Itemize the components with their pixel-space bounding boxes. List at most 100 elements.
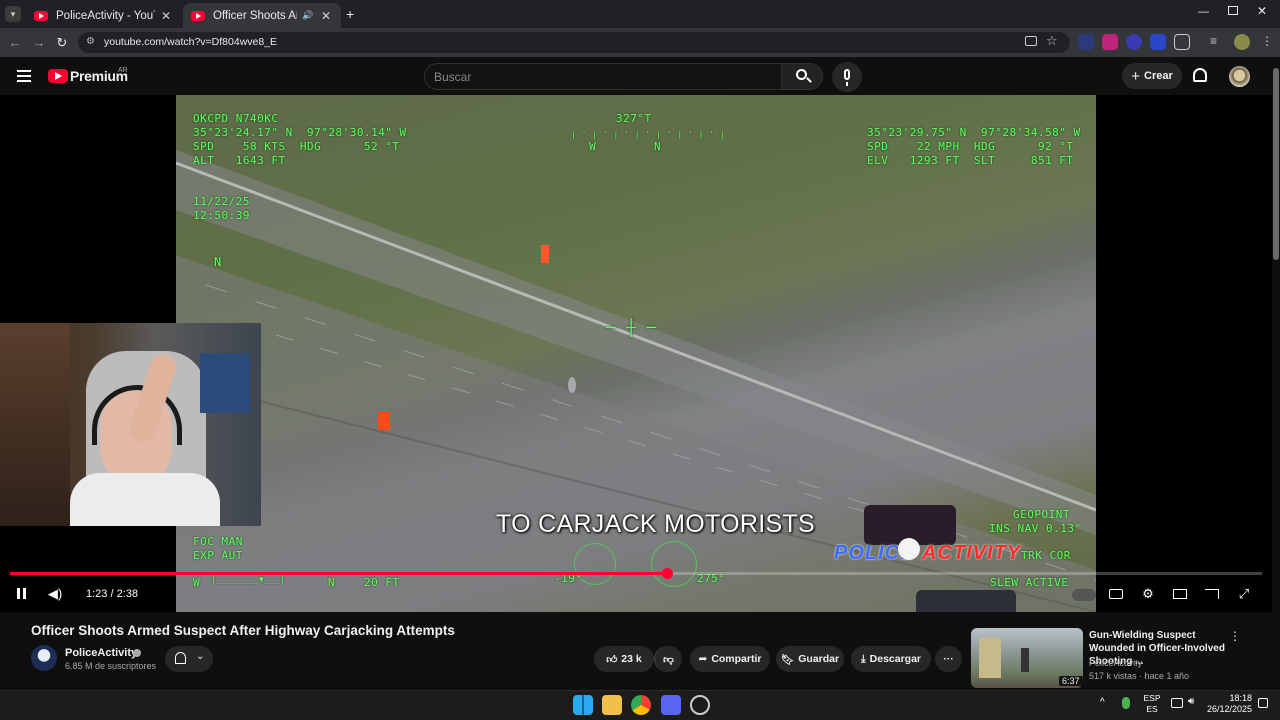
download-icon: ⤓: [860, 652, 866, 665]
extension-4-icon[interactable]: [1150, 34, 1166, 50]
system-clock[interactable]: 18:18 26/12/2025: [1205, 693, 1252, 715]
new-tab-button[interactable]: +: [346, 6, 360, 22]
search-button[interactable]: [781, 63, 823, 90]
app-icon[interactable]: [690, 695, 710, 715]
cast-button[interactable]: [1202, 585, 1222, 603]
youtube-icon: [191, 10, 205, 21]
share-button[interactable]: ➦ Compartir: [690, 646, 770, 672]
browser-menu-icon[interactable]: ⋮: [1259, 34, 1275, 50]
profile-avatar-icon[interactable]: [1234, 34, 1250, 50]
file-explorer-icon[interactable]: [602, 695, 622, 715]
tray-chevron-icon[interactable]: ^: [1100, 697, 1105, 708]
minimize-button[interactable]: —: [1198, 6, 1210, 18]
watermark-activity: ACTIVITY: [922, 542, 1022, 564]
search-placeholder: Buscar: [434, 70, 472, 84]
more-actions-button[interactable]: ···: [935, 646, 962, 672]
miniplayer-button[interactable]: [1170, 585, 1190, 603]
hud-exp-mode: EXP AUT: [193, 549, 243, 562]
tab-search-button[interactable]: ▾: [5, 6, 21, 22]
hud-bottom-scale: |________▼___|: [211, 575, 286, 584]
hud-own-speed: SPD 58 KTS HDG 52 °T: [193, 140, 400, 153]
pause-button[interactable]: [12, 585, 32, 603]
fullscreen-button[interactable]: ⤢: [1234, 585, 1254, 603]
microphone-icon: [844, 69, 850, 80]
youtube-icon: [34, 10, 48, 21]
miniplayer-icon: [1173, 589, 1187, 599]
hud-target-position: 35°23'29.75" N 97°28'34.58" W: [867, 126, 1081, 139]
forward-button[interactable]: →: [30, 34, 48, 52]
microphone-tray-icon[interactable]: [1122, 697, 1130, 709]
extension-1-icon[interactable]: [1078, 34, 1094, 50]
hud-target-speed: SPD 22 MPH HDG 92 °T: [867, 140, 1074, 153]
hamburger-menu-icon[interactable]: [17, 70, 31, 82]
hud-geopoint: GEOPOINT: [1013, 508, 1070, 521]
tab-policeactivity-channel[interactable]: PoliceActivity - YouTube ✕: [26, 3, 181, 28]
site-info-icon[interactable]: ⚙: [86, 36, 98, 48]
hud-gimbal-circle-right: [651, 541, 697, 587]
hud-callsign: OKCPD N740KC: [193, 112, 279, 125]
scrollbar-thumb[interactable]: [1273, 68, 1279, 260]
save-button[interactable]: 🔖︎ Guardar: [776, 646, 844, 672]
extensions-puzzle-icon[interactable]: [1174, 34, 1190, 50]
dislike-button[interactable]: 👎︎: [654, 646, 682, 672]
hud-crosshair: ─ ┼ ─: [606, 318, 657, 337]
url-text[interactable]: youtube.com/watch?v=Df804wve8_E: [104, 36, 277, 48]
extension-2-icon[interactable]: [1102, 34, 1118, 50]
autoplay-icon: [1072, 589, 1096, 601]
download-button[interactable]: ⤓ Descargar: [851, 646, 931, 672]
media-control-icon[interactable]: ≡: [1210, 34, 1226, 50]
volume-tray-icon[interactable]: 🔊︎: [1188, 696, 1194, 707]
recommendation-channel[interactable]: PoliceActivity: [1089, 658, 1142, 668]
region-badge: AR: [118, 67, 128, 74]
progress-scrubber[interactable]: [662, 568, 673, 579]
time-display: 1:23 / 2:38: [86, 588, 138, 600]
create-button[interactable]: + Crear: [1122, 63, 1182, 89]
recommendation-menu-icon[interactable]: ⋮: [1229, 629, 1241, 643]
input-language[interactable]: ESP ES: [1143, 693, 1161, 715]
channel-name[interactable]: PoliceActivity: [65, 647, 137, 659]
hud-compass-n: N: [654, 140, 662, 153]
install-app-icon[interactable]: [1025, 36, 1037, 46]
close-tab-icon[interactable]: ✕: [319, 9, 333, 23]
subscriber-count: 6.85 M de suscriptores: [65, 661, 157, 671]
discord-icon[interactable]: [661, 695, 681, 715]
verified-badge-icon: [133, 649, 141, 657]
account-avatar[interactable]: [1229, 66, 1250, 87]
channel-avatar[interactable]: [31, 645, 57, 671]
network-icon[interactable]: [1171, 698, 1183, 708]
pause-icon: [17, 588, 20, 599]
hud-foc-mode: FOC MAN: [193, 535, 243, 548]
restore-button[interactable]: [1228, 6, 1238, 15]
chrome-icon[interactable]: [631, 695, 651, 715]
speaker-icon[interactable]: 🔊: [301, 10, 315, 21]
subtitles-button[interactable]: [1106, 585, 1126, 603]
hud-north-marker: N: [214, 255, 222, 269]
close-tab-icon[interactable]: ✕: [159, 9, 173, 23]
fullscreen-icon: ⤢: [1238, 586, 1250, 601]
hud-own-altitude: ALT 1643 FT: [193, 154, 286, 167]
volume-button[interactable]: ◀): [45, 585, 65, 603]
recommendation-meta: 517 k vistas · hace 1 año: [1089, 671, 1190, 681]
hud-gimbal-circle-left: [574, 543, 616, 585]
settings-button[interactable]: ⚙: [1138, 585, 1158, 603]
share-icon: ➦: [698, 653, 708, 665]
windows-start-icon[interactable]: [573, 695, 593, 715]
search-input[interactable]: [424, 63, 782, 90]
close-window-button[interactable]: ✕: [1257, 4, 1267, 18]
back-button[interactable]: ←: [6, 34, 24, 52]
hud-heading: 327°T: [616, 112, 652, 125]
subscription-bell-button[interactable]: ⌄: [165, 646, 213, 672]
chevron-down-icon: ⌄: [196, 651, 205, 662]
bookmark-star-icon[interactable]: ☆: [1046, 33, 1058, 49]
video-title: Officer Shoots Armed Suspect After Highw…: [31, 623, 455, 638]
autoplay-toggle[interactable]: [1070, 585, 1098, 603]
extension-3-icon[interactable]: [1126, 34, 1142, 50]
hud-altitude-scale: 20 FT: [364, 576, 400, 589]
reload-button[interactable]: ↻: [53, 34, 71, 52]
notifications-bell-icon[interactable]: [1193, 68, 1207, 82]
notifications-tray-icon[interactable]: [1258, 698, 1268, 708]
tab-current-video[interactable]: Officer Shoots Armed Susp 🔊 ✕: [183, 3, 341, 28]
youtube-logo-icon[interactable]: [48, 69, 68, 83]
voice-search-button[interactable]: [832, 62, 862, 92]
like-button[interactable]: 👍︎ 23 k: [594, 646, 654, 672]
